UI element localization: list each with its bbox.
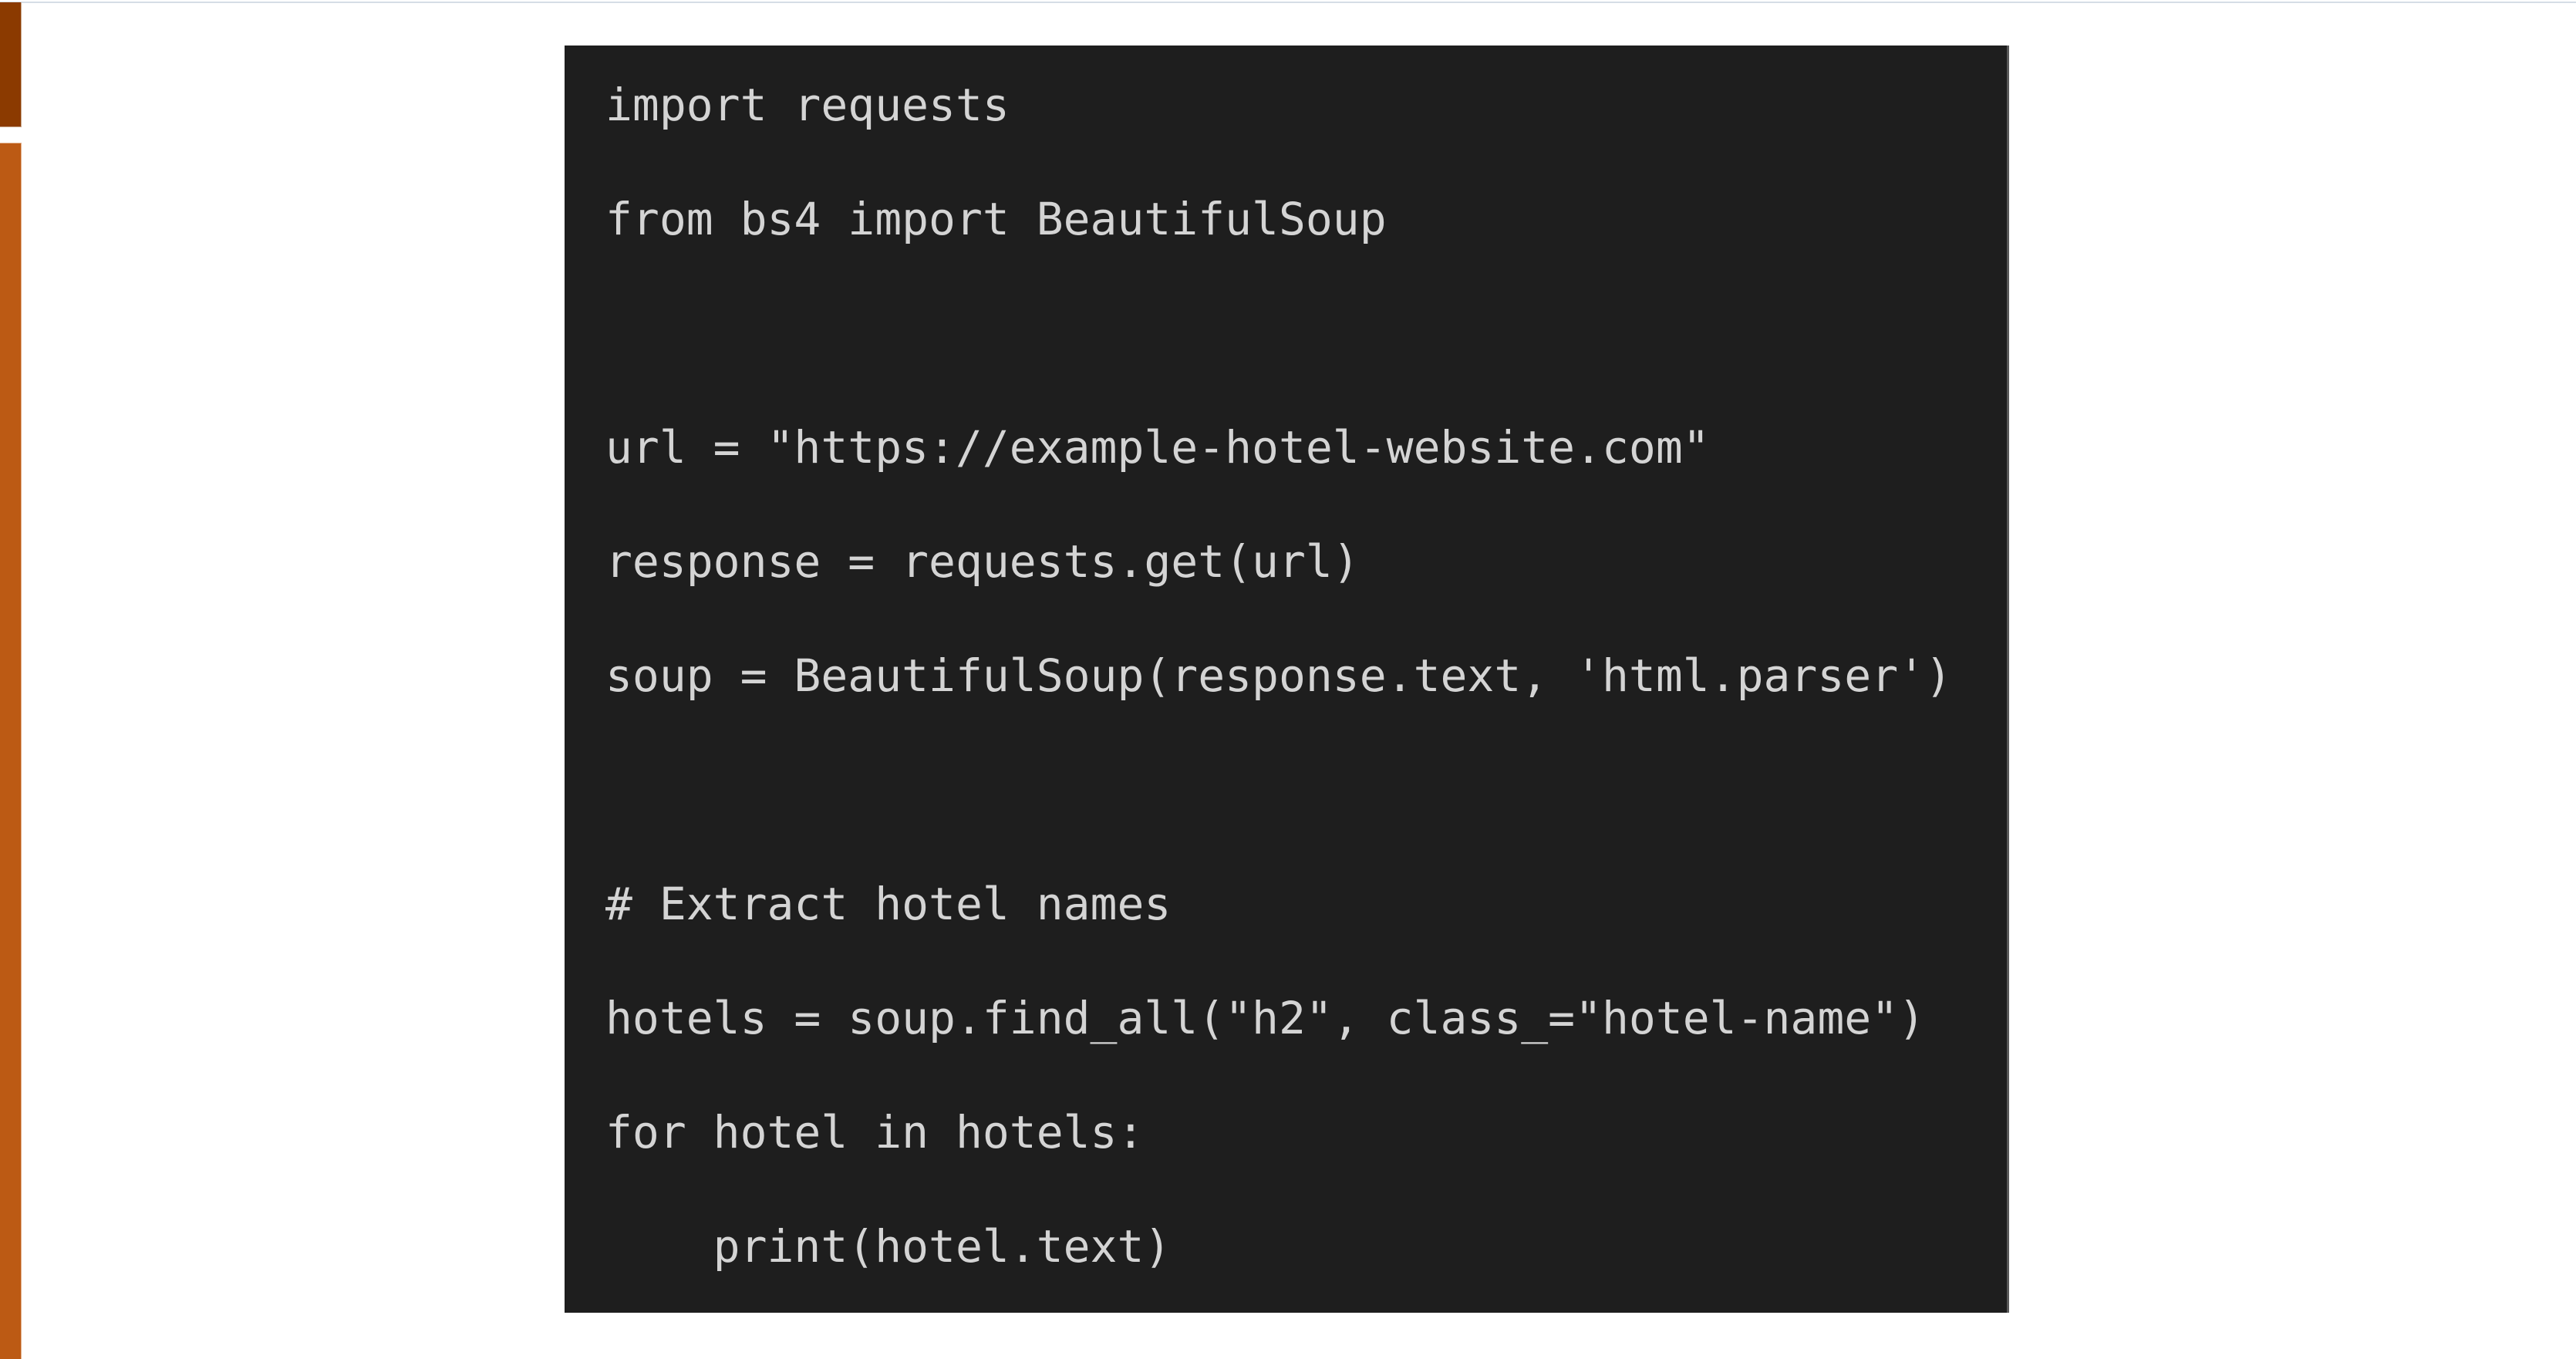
- code-line: url = "https://example-hotel-website.com…: [605, 421, 1710, 474]
- code-line: import requests: [605, 79, 1010, 131]
- code-line: hotels = soup.find_all("h2", class_="hot…: [605, 992, 1926, 1044]
- top-divider: [0, 2, 2576, 3]
- code-block: import requests from bs4 import Beautifu…: [565, 46, 2009, 1313]
- accent-bar-dark: [0, 2, 22, 127]
- code-line: from bs4 import BeautifulSoup: [605, 193, 1387, 245]
- accent-bar-orange: [0, 143, 22, 1359]
- code-line: print(hotel.text): [605, 1220, 1172, 1273]
- code-line: soup = BeautifulSoup(response.text, 'htm…: [605, 649, 1952, 702]
- code-comment-line: # Extract hotel names: [605, 878, 1172, 930]
- code-line: for hotel in hotels:: [605, 1106, 1145, 1158]
- code-line: response = requests.get(url): [605, 535, 1360, 588]
